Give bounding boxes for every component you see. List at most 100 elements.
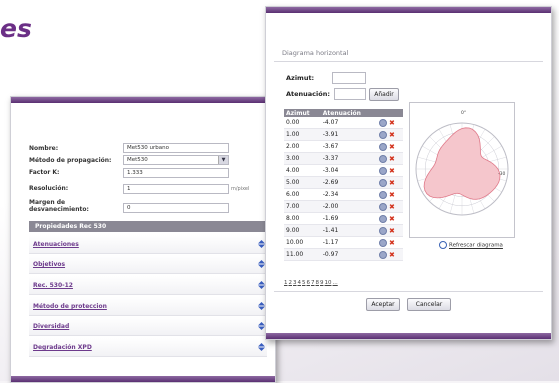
info-icon[interactable] (379, 226, 387, 235)
delete-icon[interactable]: ✖ (389, 215, 395, 222)
window-bottom-bar (266, 333, 551, 339)
info-icon[interactable] (379, 250, 387, 259)
page-link[interactable]: 9 (320, 280, 324, 286)
refresh-icon[interactable] (439, 241, 447, 249)
polar-top-label: 0° (461, 110, 466, 116)
delete-icon[interactable]: ✖ (389, 191, 395, 198)
info-icon[interactable] (379, 142, 387, 151)
info-icon[interactable] (379, 130, 387, 139)
factor-k-input[interactable]: 1.333 (123, 168, 229, 178)
delete-icon[interactable]: ✖ (389, 239, 395, 246)
add-button[interactable]: Añadir (369, 88, 399, 101)
accordion-item-objetivos[interactable]: Objetivos (29, 255, 267, 274)
accordion-item-rec-530-12[interactable]: Rec. 530-12 (29, 276, 267, 295)
page-link[interactable]: 2 (289, 280, 293, 286)
accordion-label[interactable]: Método de proteccion (33, 303, 107, 310)
atenuacion-cell: -3.37 (320, 152, 377, 165)
accordion-item-atenuaciones[interactable]: Atenuaciones (29, 235, 267, 254)
accordion-label[interactable]: Degradación XPD (33, 344, 92, 351)
delete-icon[interactable]: ✖ (389, 203, 395, 210)
page-link[interactable]: 1 (284, 280, 288, 286)
page-link[interactable]: 5 (302, 280, 306, 286)
propagation-method-label: Método de propagación: (29, 157, 112, 164)
delete-icon[interactable]: ✖ (389, 167, 395, 174)
delete-icon[interactable]: ✖ (389, 155, 395, 162)
expand-icon[interactable] (258, 302, 265, 310)
atenuacion-cell: -3.67 (320, 140, 377, 153)
info-icon[interactable] (379, 118, 387, 127)
expand-icon[interactable] (258, 343, 265, 351)
table-row: 6.00 -2.34 ✖ (284, 188, 403, 201)
table-row: 5.00 -2.69 ✖ (284, 176, 403, 189)
fade-margin-input[interactable]: 0 (123, 203, 229, 213)
delete-icon[interactable]: ✖ (389, 119, 395, 126)
delete-icon[interactable]: ✖ (389, 131, 395, 138)
expand-icon[interactable] (258, 240, 265, 248)
row-actions: ✖ (377, 248, 403, 261)
accordion-label[interactable]: Atenuaciones (33, 241, 79, 248)
propagation-method-select[interactable]: Met530 ▼ (123, 155, 229, 165)
resolution-input[interactable]: 1 (123, 184, 229, 194)
azimut-cell: 0.00 (284, 117, 321, 129)
atenuacion-input[interactable] (334, 88, 366, 100)
accept-button[interactable]: Aceptar (366, 298, 400, 311)
info-icon[interactable] (379, 238, 387, 247)
refresh-label[interactable]: Refrescar diagrama (449, 243, 503, 249)
horizontal-diagram-window: Diagrama horizontal Azimut: Atenuación: … (265, 6, 552, 340)
accordion-item-metodo-proteccion[interactable]: Método de proteccion (29, 297, 267, 316)
info-icon[interactable] (379, 154, 387, 163)
row-actions: ✖ (377, 176, 403, 189)
table-row: 8.00 -1.69 ✖ (284, 212, 403, 225)
info-icon[interactable] (379, 190, 387, 199)
fade-margin-label: Margen de desvanecimiento: (29, 199, 89, 213)
expand-icon[interactable] (258, 260, 265, 268)
page-link[interactable]: 4 (298, 280, 302, 286)
page-link[interactable]: ... (333, 280, 338, 286)
accordion-item-degradacion-xpd[interactable]: Degradación XPD (29, 338, 267, 357)
row-actions: ✖ (377, 117, 403, 129)
accordion-label[interactable]: Diversidad (33, 323, 69, 330)
polar-chart: 0° -30 (415, 110, 509, 216)
atenuacion-cell: -1.41 (320, 224, 377, 237)
atenuacion-cell: -2.69 (320, 176, 377, 189)
polar-diagram: 0° -30 (409, 102, 515, 238)
column-header-actions (377, 109, 403, 117)
accordion-item-diversidad[interactable]: Diversidad (29, 317, 267, 336)
azimut-input[interactable] (332, 72, 366, 84)
delete-icon[interactable]: ✖ (389, 143, 395, 150)
info-icon[interactable] (379, 202, 387, 211)
azimut-cell: 7.00 (284, 200, 321, 213)
delete-icon[interactable]: ✖ (389, 179, 395, 186)
refresh-diagram-link[interactable]: Refrescar diagrama (439, 241, 503, 249)
radiation-pattern (423, 127, 501, 200)
page-link[interactable]: 6 (307, 280, 311, 286)
table-row: 1.00 -3.91 ✖ (284, 128, 403, 141)
name-input[interactable]: Met530 urbano (123, 143, 229, 153)
cancel-button[interactable]: Cancelar (407, 298, 451, 311)
table-row: 0.00 -4.07 ✖ (284, 117, 403, 129)
resolution-label: Resolución: (29, 185, 69, 192)
expand-icon[interactable] (258, 322, 265, 330)
column-header-atenuacion[interactable]: Atenuación (320, 109, 377, 117)
row-actions: ✖ (377, 164, 403, 177)
page-link[interactable]: 7 (311, 280, 315, 286)
delete-icon[interactable]: ✖ (389, 227, 395, 234)
page-link[interactable]: 3 (293, 280, 297, 286)
page-link[interactable]: 8 (316, 280, 320, 286)
row-actions: ✖ (377, 152, 403, 165)
dialog-title: Diagrama horizontal (282, 49, 349, 57)
column-header-azimut[interactable]: Azimut (284, 109, 321, 117)
info-icon[interactable] (379, 214, 387, 223)
azimut-cell: 4.00 (284, 164, 321, 177)
accordion-label[interactable]: Rec. 530-12 (33, 282, 73, 289)
page-link[interactable]: 10 (325, 280, 332, 286)
azimuth-table-body: 0.00 -4.07 ✖ 1.00 -3.91 ✖ 2.00 -3.67 ✖ 3.00 -3.37 ✖… (284, 117, 403, 261)
table-row: 11.00 -0.97 ✖ (284, 248, 403, 261)
info-icon[interactable] (379, 166, 387, 175)
expand-icon[interactable] (258, 281, 265, 289)
info-icon[interactable] (379, 178, 387, 187)
accordion-label[interactable]: Objetivos (33, 261, 65, 268)
delete-icon[interactable]: ✖ (389, 251, 395, 258)
brand-text: es (0, 14, 32, 43)
chevron-down-icon[interactable]: ▼ (218, 156, 228, 164)
